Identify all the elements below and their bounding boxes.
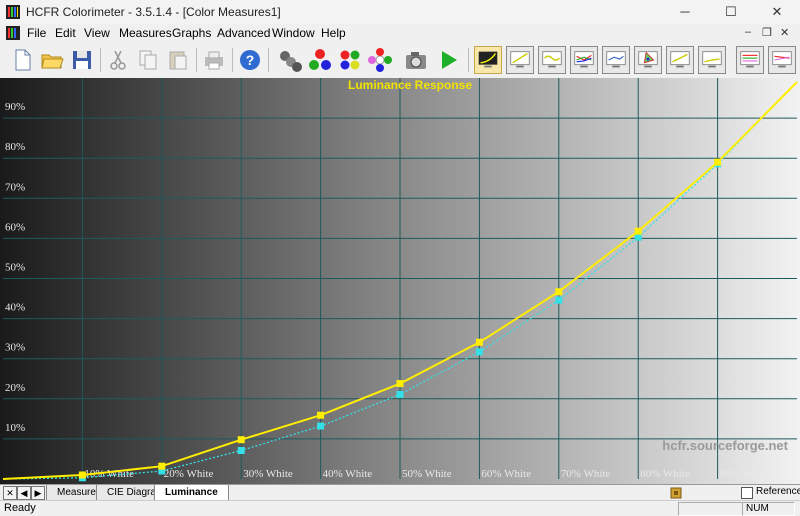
- near-white-graph-icon[interactable]: [736, 46, 764, 74]
- status-text: Ready: [4, 502, 36, 514]
- toolbar-separator: [268, 48, 269, 72]
- x-tick-label: 20% White: [164, 468, 214, 480]
- series-point: [317, 411, 325, 419]
- series-point: [634, 227, 642, 235]
- camera-icon[interactable]: [402, 46, 430, 74]
- window-title: HCFR Colorimeter - 3.5.1.4 - [Color Meas…: [26, 5, 281, 19]
- toolbar: ?: [0, 42, 800, 79]
- new-file-icon[interactable]: [8, 46, 36, 74]
- y-tick-label: 90%: [5, 101, 25, 113]
- x-tick-label: 60% White: [481, 468, 531, 480]
- series-point: [317, 422, 325, 430]
- tab-luminance[interactable]: Luminance: [154, 485, 229, 501]
- open-folder-icon[interactable]: [38, 46, 66, 74]
- reference-checkbox[interactable]: [741, 487, 753, 499]
- series-point: [634, 233, 642, 241]
- mdi-restore-button[interactable]: ❐: [762, 26, 772, 39]
- series-point: [396, 380, 404, 388]
- x-tick-label: 40% White: [323, 468, 373, 480]
- x-tick-label: 50% White: [402, 468, 452, 480]
- status-bar: Ready NUM: [0, 500, 800, 516]
- x-tick-label: 30% White: [243, 468, 293, 480]
- tab-bar: ✕ ◀ ▶ Measures CIE Diagram Luminance Ref…: [0, 484, 800, 501]
- num-lock-indicator: NUM: [742, 502, 795, 516]
- copy-icon[interactable]: [134, 46, 162, 74]
- menu-advanced[interactable]: Advanced: [217, 26, 270, 40]
- watermark-text: hcfr.sourceforge.net: [662, 438, 788, 453]
- toolbar-separator: [100, 48, 101, 72]
- lock-icon[interactable]: [670, 487, 682, 499]
- y-axis-ticks: 10% 20% 30% 40% 50% 60% 70% 80% 90%: [5, 101, 25, 434]
- multi-rgb-graph-icon[interactable]: [570, 46, 598, 74]
- toolbar-separator: [232, 48, 233, 72]
- tab-next-button[interactable]: ▶: [31, 486, 45, 500]
- x-axis-ticks: 10% White 20% White 30% White 40% White 50% …: [84, 468, 769, 480]
- reference-label: Reference: [756, 486, 800, 497]
- paste-icon[interactable]: [164, 46, 192, 74]
- svg-text:?: ?: [246, 52, 255, 68]
- menu-file[interactable]: File: [27, 26, 46, 40]
- app-icon: [6, 5, 20, 19]
- document-icon: [6, 26, 20, 40]
- x-tick-label: 90% White: [720, 468, 770, 480]
- rgb-graph-icon[interactable]: [538, 46, 566, 74]
- saturation-graph-icon[interactable]: [666, 46, 694, 74]
- menu-edit[interactable]: Edit: [55, 26, 76, 40]
- luminance-graph-icon[interactable]: [474, 46, 502, 74]
- series-point: [555, 296, 563, 304]
- series-point: [475, 338, 483, 346]
- series-point: [237, 436, 245, 444]
- menu-window[interactable]: Window: [272, 26, 315, 40]
- menu-bar: File Edit View Measures Graphs Advanced …: [0, 24, 800, 42]
- series-point: [475, 348, 483, 356]
- saturation-shift-graph-icon[interactable]: [768, 46, 796, 74]
- tab-prev-button[interactable]: ◀: [17, 486, 31, 500]
- minimize-button[interactable]: ─: [662, 0, 708, 24]
- save-disk-icon[interactable]: [68, 46, 96, 74]
- menu-graphs[interactable]: Graphs: [172, 26, 211, 40]
- y-tick-label: 40%: [5, 302, 25, 314]
- measure-colors-icon[interactable]: [336, 46, 364, 74]
- series-point: [237, 447, 245, 455]
- menu-help[interactable]: Help: [321, 26, 346, 40]
- series-point: [714, 158, 722, 166]
- tab-close-button[interactable]: ✕: [3, 486, 17, 500]
- color-spheres-icon[interactable]: [306, 46, 334, 74]
- close-button[interactable]: ✕: [754, 0, 800, 24]
- y-tick-label: 50%: [5, 262, 25, 274]
- series-point: [396, 390, 404, 398]
- near-black-graph-icon[interactable]: [698, 46, 726, 74]
- mdi-close-button[interactable]: ✕: [780, 26, 789, 39]
- y-tick-label: 60%: [5, 221, 25, 233]
- x-tick-label: 80% White: [640, 468, 690, 480]
- maximize-button[interactable]: ☐: [708, 0, 754, 24]
- y-tick-label: 80%: [5, 141, 25, 153]
- cut-scissors-icon[interactable]: [104, 46, 132, 74]
- print-icon[interactable]: [200, 46, 228, 74]
- menu-measures[interactable]: Measures: [119, 26, 172, 40]
- sensor-icon[interactable]: [276, 46, 304, 74]
- chart-title: Luminance Response: [348, 78, 472, 92]
- play-icon[interactable]: [434, 46, 462, 74]
- gamma-graph-icon[interactable]: [506, 46, 534, 74]
- mdi-minimize-button[interactable]: –: [745, 26, 751, 38]
- cie-diagram-icon[interactable]: [634, 46, 662, 74]
- y-tick-label: 10%: [5, 422, 25, 434]
- title-bar: HCFR Colorimeter - 3.5.1.4 - [Color Meas…: [0, 0, 800, 24]
- toolbar-separator: [468, 48, 469, 72]
- series-point: [555, 288, 563, 296]
- menu-view[interactable]: View: [84, 26, 110, 40]
- help-icon[interactable]: ?: [236, 46, 264, 74]
- multi-color-icon[interactable]: [366, 46, 394, 74]
- y-tick-label: 70%: [5, 181, 25, 193]
- color-temp-graph-icon[interactable]: [602, 46, 630, 74]
- y-tick-label: 30%: [5, 342, 25, 354]
- toolbar-separator: [196, 48, 197, 72]
- status-panel-empty: [678, 502, 743, 516]
- series-point: [78, 471, 86, 479]
- x-tick-label: 70% White: [561, 468, 611, 480]
- y-tick-label: 20%: [5, 382, 25, 394]
- series-point: [158, 462, 166, 470]
- luminance-graph: Luminance Response hcfr.sourceforge.net …: [0, 78, 800, 484]
